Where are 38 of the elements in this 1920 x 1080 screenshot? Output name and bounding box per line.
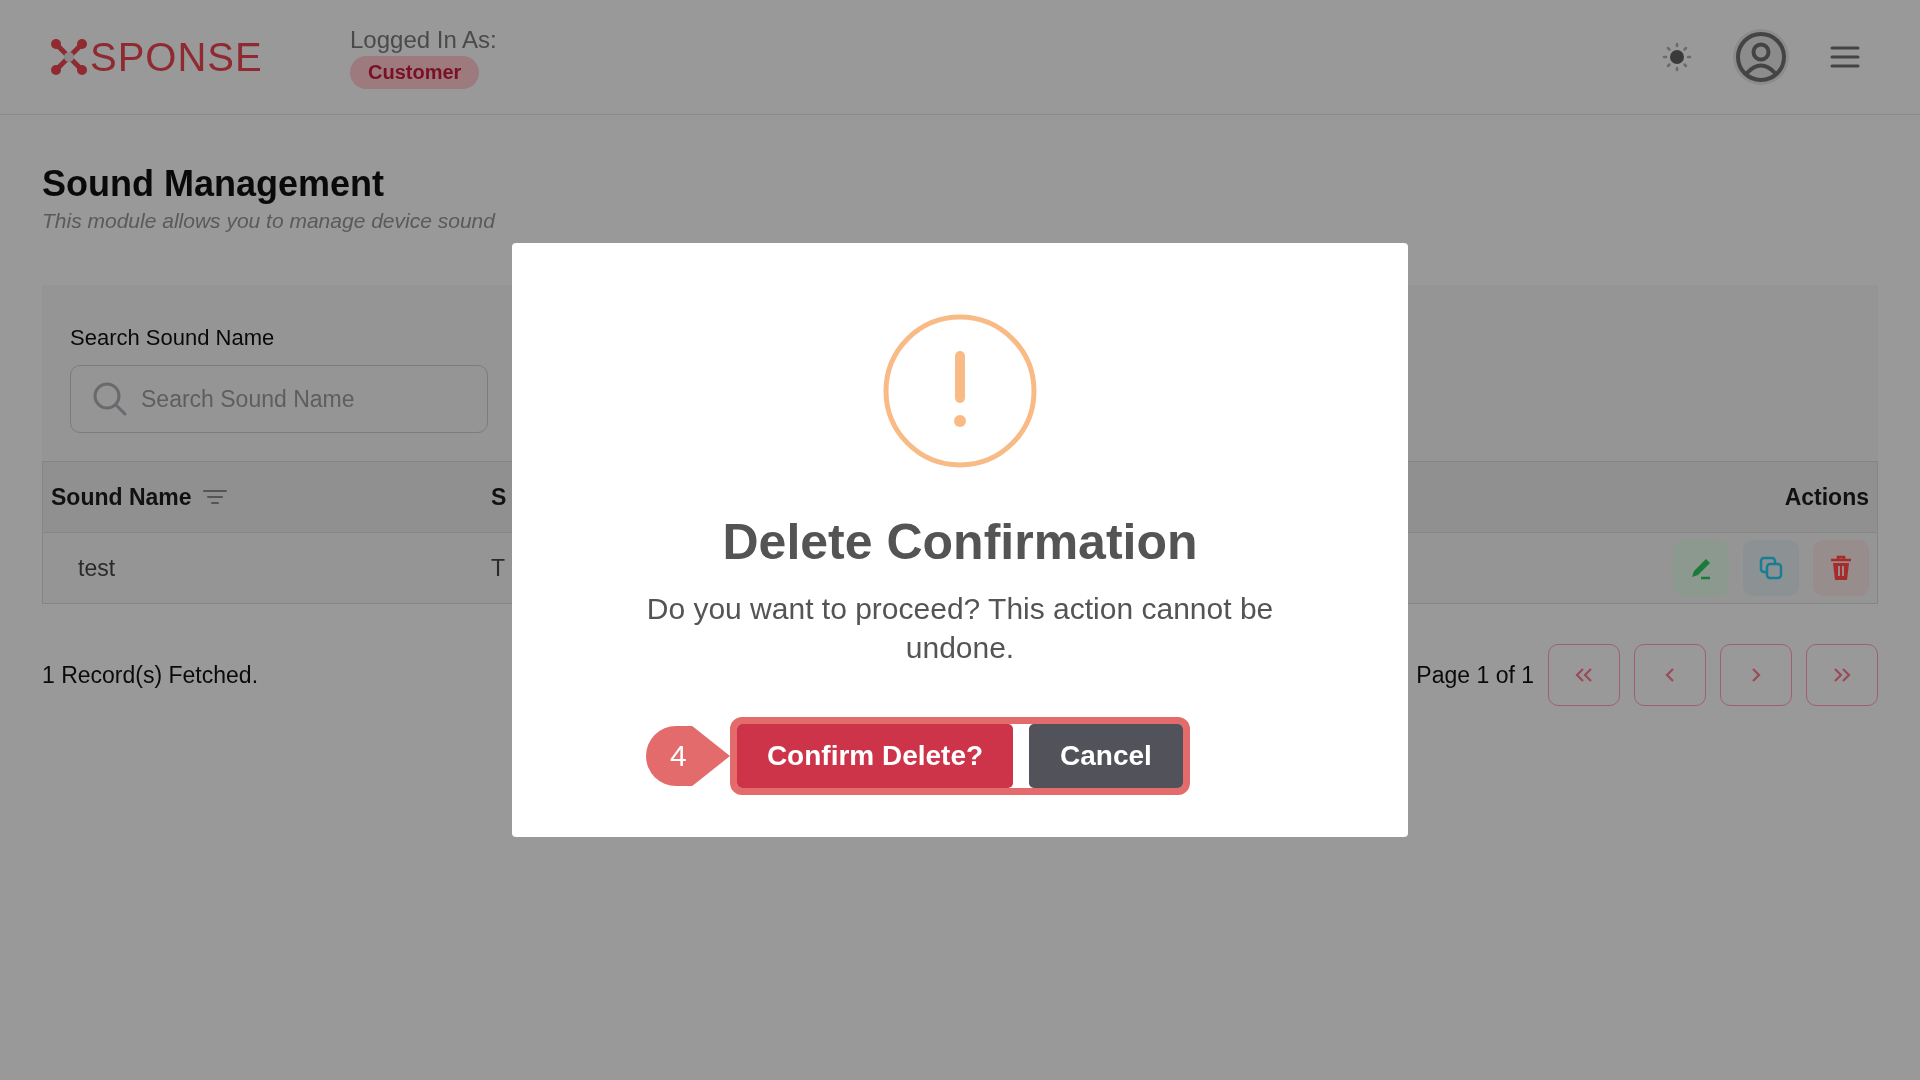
dialog-title: Delete Confirmation <box>722 513 1198 571</box>
page-subtitle: This module allows you to manage device sound <box>42 209 497 233</box>
menu-icon[interactable] <box>1830 45 1860 69</box>
logged-in-label: Logged In As: <box>350 25 497 54</box>
record-count: 1 Record(s) Fetched. <box>42 661 259 689</box>
chevron-right-icon <box>1750 667 1762 683</box>
warning-icon <box>882 313 1038 469</box>
dialog-button[interactable]: Cancel <box>1029 724 1183 788</box>
tour-step-badge: 4 <box>646 726 730 786</box>
next-page-button[interactable] <box>1720 644 1792 706</box>
logo-text: SPONSE <box>90 34 263 80</box>
filter-icon[interactable] <box>201 488 228 506</box>
column-header: Sound Name <box>51 483 192 511</box>
double-chevron-left-icon <box>1574 667 1594 683</box>
page-title: Sound Management <box>42 163 386 205</box>
copy-button[interactable] <box>1743 540 1799 596</box>
previous-page-button[interactable] <box>1634 644 1706 706</box>
double-chevron-right-icon <box>1832 667 1852 683</box>
edit-button[interactable] <box>1673 540 1729 596</box>
theme-toggle-icon[interactable] <box>1662 42 1692 72</box>
role-badge: Customer <box>350 55 480 89</box>
first-page-button[interactable] <box>1548 644 1620 706</box>
search-icon <box>92 381 128 417</box>
page-info: Page 1 of 1 <box>1416 661 1534 689</box>
column-header: Actions <box>1784 483 1870 511</box>
table-cell-text: test <box>77 554 117 582</box>
search-label: Search Sound Name <box>70 325 276 351</box>
delete-button[interactable] <box>1813 540 1869 596</box>
trash-icon <box>1830 555 1852 581</box>
column-header: S <box>491 483 507 511</box>
copy-icon <box>1759 556 1783 580</box>
table-cell: T <box>491 554 506 582</box>
user-avatar-icon[interactable] <box>1732 28 1790 86</box>
last-page-button[interactable] <box>1806 644 1878 706</box>
dialog-message: Do you want to proceed? This action cannot be undone. <box>645 591 1275 666</box>
chevron-left-icon <box>1664 667 1676 683</box>
logo-icon <box>50 38 88 76</box>
dialog-button[interactable]: Confirm Delete? <box>737 724 1013 788</box>
